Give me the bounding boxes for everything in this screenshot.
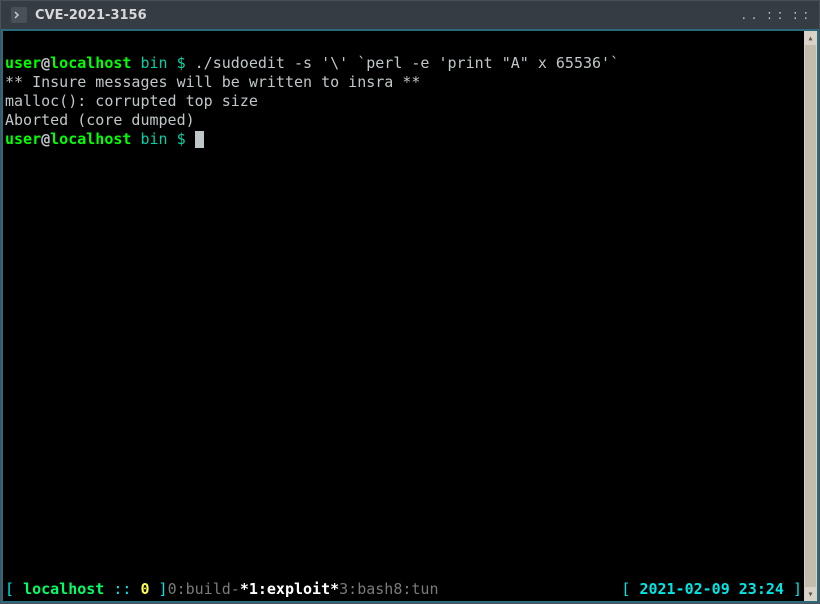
scrollbar[interactable]: ▴ ▾ xyxy=(804,31,817,601)
close-icon[interactable]: : : xyxy=(793,9,809,22)
app-icon xyxy=(11,7,27,23)
terminal-window: CVE-2021-3156 . . : : : : user@localhost… xyxy=(0,0,820,604)
output-line-3: Aborted (core dumped) xyxy=(5,111,195,129)
status-datetime: 2021-02-09 23:24 xyxy=(639,580,784,599)
status-window-0[interactable]: 0:build- xyxy=(168,580,240,599)
status-right-open: [ xyxy=(621,580,639,599)
status-window-8[interactable]: 8:tun xyxy=(393,580,438,599)
status-hostname: localhost xyxy=(23,580,104,599)
output-line-2: malloc(): corrupted top size xyxy=(5,92,258,110)
window-title: CVE-2021-3156 xyxy=(35,8,742,23)
terminal-viewport[interactable]: user@localhost bin $ ./sudoedit -s '\' `… xyxy=(3,31,804,601)
terminal-icon xyxy=(14,10,24,20)
status-right-close: ] xyxy=(784,580,802,599)
prompt-line-1: user@localhost bin $ ./sudoedit -s '\' `… xyxy=(5,54,619,72)
tmux-statusbar: [ localhost :: 0 ]0:build- *1:exploit* 3… xyxy=(5,580,802,599)
prompt-host: localhost xyxy=(50,54,131,72)
prompt-dir: bin xyxy=(140,130,167,148)
status-separator: :: xyxy=(104,580,140,599)
minimize-icon[interactable]: . . xyxy=(742,9,757,22)
cursor xyxy=(195,131,204,148)
titlebar[interactable]: CVE-2021-3156 . . : : : : xyxy=(1,1,819,29)
prompt-user: user xyxy=(5,54,41,72)
scrollbar-thumb[interactable] xyxy=(805,45,816,587)
command-text: ./sudoedit -s '\' `perl -e 'print "A" x … xyxy=(195,54,619,72)
prompt-dir: bin xyxy=(140,54,167,72)
maximize-icon[interactable]: : : xyxy=(767,9,783,22)
status-window-3[interactable]: 3:bash xyxy=(339,580,393,599)
terminal-frame: user@localhost bin $ ./sudoedit -s '\' `… xyxy=(1,29,819,603)
output-line-1: ** Insure messages will be written to in… xyxy=(5,73,420,91)
prompt-user: user xyxy=(5,130,41,148)
prompt-at: @ xyxy=(41,130,50,148)
status-window-active[interactable]: *1:exploit* xyxy=(240,580,339,599)
scroll-down-icon[interactable]: ▾ xyxy=(804,587,817,601)
window-controls: . . : : : : xyxy=(742,9,809,22)
prompt-symbol: $ xyxy=(177,54,186,72)
prompt-at: @ xyxy=(41,54,50,72)
status-session-num: 0 xyxy=(140,580,149,599)
scroll-up-icon[interactable]: ▴ xyxy=(804,31,817,45)
status-left-close: ] xyxy=(150,580,168,599)
prompt-line-2: user@localhost bin $ xyxy=(5,130,204,148)
prompt-host: localhost xyxy=(50,130,131,148)
prompt-symbol: $ xyxy=(177,130,186,148)
status-left-bracket: [ xyxy=(5,580,23,599)
